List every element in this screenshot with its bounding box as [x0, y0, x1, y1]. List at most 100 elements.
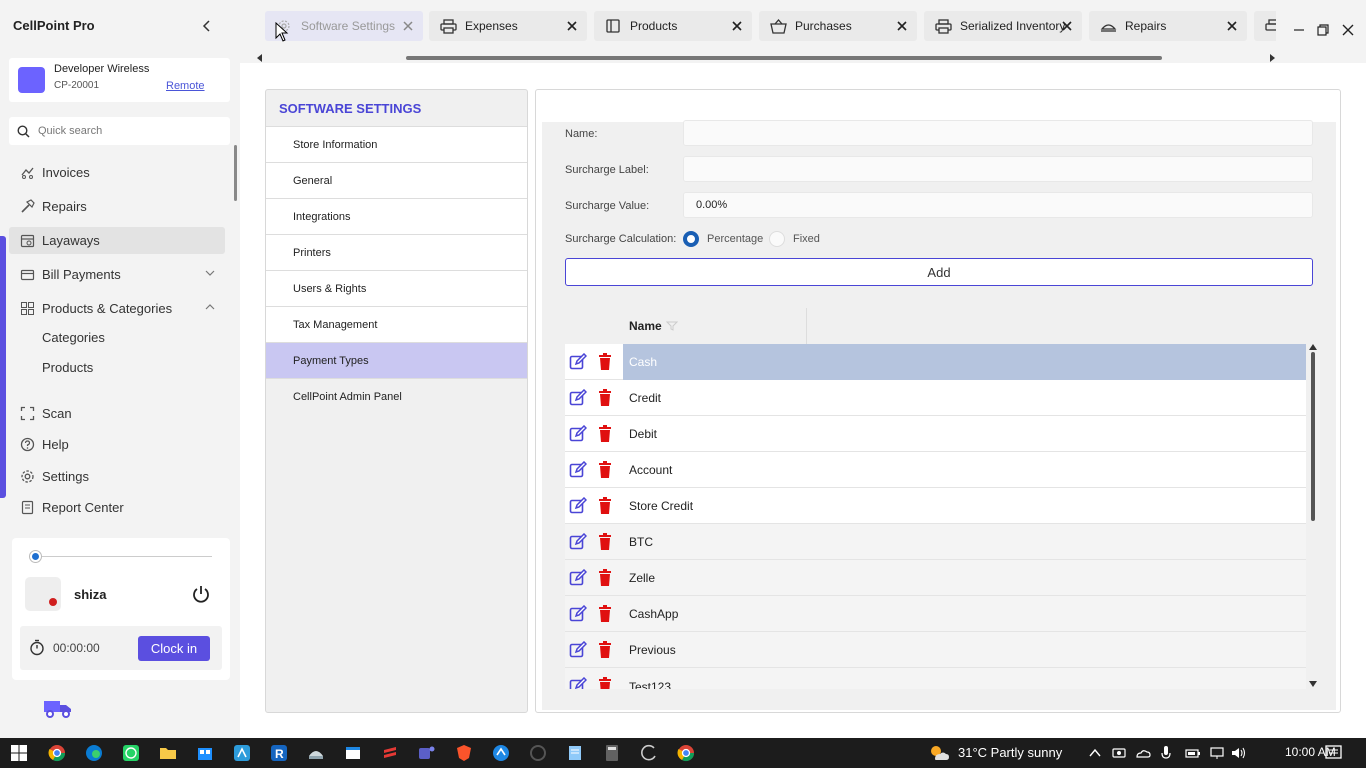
loading-icon[interactable]: [640, 744, 658, 762]
sidebar-item-invoices[interactable]: Invoices: [9, 159, 225, 186]
edit-icon[interactable]: [569, 641, 587, 659]
notifications-icon[interactable]: [1325, 745, 1342, 761]
edit-icon[interactable]: [569, 533, 587, 551]
surcharge-value-field[interactable]: 0.00%: [683, 192, 1313, 218]
table-row[interactable]: Previous: [565, 632, 1306, 668]
webcam-icon[interactable]: [1112, 746, 1126, 760]
scroll-down-icon[interactable]: [1309, 681, 1317, 687]
tab-overflow[interactable]: [1254, 11, 1276, 41]
percentage-radio[interactable]: Percentage: [683, 231, 763, 247]
sidebar-item-bill-payments[interactable]: Bill Payments: [9, 261, 225, 288]
edge-icon[interactable]: [85, 744, 103, 762]
trash-icon[interactable]: [598, 533, 612, 550]
tab-serialized-inventory[interactable]: Serialized Inventory: [924, 11, 1082, 41]
trash-icon[interactable]: [598, 497, 612, 514]
edit-icon[interactable]: [569, 677, 587, 689]
scroll-right-icon[interactable]: [1268, 54, 1276, 62]
edit-icon[interactable]: [569, 389, 587, 407]
windows-start-icon[interactable]: [10, 744, 28, 762]
calculator-icon[interactable]: [603, 744, 621, 762]
cellpoint-icon[interactable]: R: [270, 744, 288, 762]
power-button[interactable]: [191, 584, 211, 604]
tab-scrollbar-thumb[interactable]: [406, 56, 1162, 60]
close-icon[interactable]: [401, 19, 415, 33]
sidebar-subitem-categories[interactable]: Categories: [42, 330, 105, 345]
tab-scrollbar[interactable]: [256, 53, 1276, 63]
trash-icon[interactable]: [598, 389, 612, 406]
trash-icon[interactable]: [598, 605, 612, 622]
quick-search[interactable]: [9, 117, 230, 145]
edit-icon[interactable]: [569, 461, 587, 479]
edit-icon[interactable]: [569, 569, 587, 587]
table-row[interactable]: CashApp: [565, 596, 1306, 632]
sidebar-item-settings[interactable]: Settings: [9, 463, 225, 490]
volume-icon[interactable]: [1231, 746, 1247, 760]
filter-icon[interactable]: [665, 321, 678, 331]
settings-item-printers[interactable]: Printers: [266, 234, 527, 270]
file-explorer-icon[interactable]: [159, 744, 177, 762]
table-row[interactable]: Debit: [565, 416, 1306, 452]
edit-icon[interactable]: [569, 425, 587, 443]
weather-partly-sunny-icon[interactable]: [928, 743, 950, 763]
close-icon[interactable]: [565, 19, 579, 33]
restore-button[interactable]: [1313, 20, 1333, 40]
trash-icon[interactable]: [598, 641, 612, 658]
settings-item-integrations[interactable]: Integrations: [266, 198, 527, 234]
fixed-radio[interactable]: Fixed: [769, 231, 820, 247]
store-icon[interactable]: [196, 744, 214, 762]
app-icon[interactable]: [529, 744, 547, 762]
trash-icon[interactable]: [598, 353, 612, 370]
scroll-up-icon[interactable]: [1309, 344, 1317, 350]
grid-scrollbar-thumb[interactable]: [1311, 352, 1315, 521]
sidebar-item-layaways[interactable]: Layaways: [9, 227, 225, 254]
add-button[interactable]: Add: [565, 258, 1313, 286]
column-header-name[interactable]: Name: [623, 308, 804, 344]
brave-icon[interactable]: [455, 744, 473, 762]
settings-item-general[interactable]: General: [266, 162, 527, 198]
tab-repairs[interactable]: Repairs: [1089, 11, 1247, 41]
close-icon[interactable]: [895, 19, 909, 33]
chevron-up-icon[interactable]: [1089, 748, 1101, 757]
battery-icon[interactable]: [1185, 746, 1201, 760]
window-icon[interactable]: [344, 744, 362, 762]
notepad-icon[interactable]: [566, 744, 584, 762]
table-row[interactable]: BTC: [565, 524, 1306, 560]
search-input[interactable]: [38, 125, 218, 137]
app-icon[interactable]: [233, 744, 251, 762]
tab-purchases[interactable]: Purchases: [759, 11, 917, 41]
table-row[interactable]: Account: [565, 452, 1306, 488]
settings-item-store-information[interactable]: Store Information: [266, 126, 527, 162]
delivery-truck-icon[interactable]: [42, 697, 74, 719]
grid-scrollbar[interactable]: [1308, 344, 1318, 689]
sidebar-item-repairs[interactable]: Repairs: [9, 193, 225, 220]
sidebar-subitem-products[interactable]: Products: [42, 360, 93, 375]
table-row[interactable]: Store Credit: [565, 488, 1306, 524]
weather-text[interactable]: 31°C Partly sunny: [958, 745, 1062, 760]
name-field[interactable]: [683, 120, 1313, 146]
chrome-icon[interactable]: [677, 744, 695, 762]
sidebar-scrollbar[interactable]: [234, 145, 237, 201]
tab-expenses[interactable]: Expenses: [429, 11, 587, 41]
trash-icon[interactable]: [598, 569, 612, 586]
remote-link[interactable]: Remote: [166, 80, 205, 92]
trash-icon[interactable]: [598, 461, 612, 478]
microphone-icon[interactable]: [1160, 745, 1172, 761]
edit-icon[interactable]: [569, 353, 587, 371]
table-row[interactable]: Cash: [565, 344, 1306, 380]
teams-icon[interactable]: [418, 744, 436, 762]
clock-in-button[interactable]: Clock in: [138, 636, 210, 661]
sidebar-item-products-categories[interactable]: Products & Categories: [9, 295, 225, 322]
collapse-sidebar-button[interactable]: [198, 17, 216, 35]
onedrive-icon[interactable]: [1135, 746, 1151, 760]
close-icon[interactable]: [1225, 19, 1239, 33]
minimize-button[interactable]: [1289, 20, 1309, 40]
settings-item-payment-types[interactable]: Payment Types: [266, 342, 527, 378]
surcharge-label-field[interactable]: [683, 156, 1313, 182]
chrome-icon[interactable]: [48, 744, 66, 762]
trash-icon[interactable]: [598, 677, 612, 689]
table-row[interactable]: Zelle: [565, 560, 1306, 596]
settings-item-tax-management[interactable]: Tax Management: [266, 306, 527, 342]
scroll-left-icon[interactable]: [256, 54, 264, 62]
close-window-button[interactable]: [1338, 20, 1358, 40]
table-row[interactable]: Credit: [565, 380, 1306, 416]
